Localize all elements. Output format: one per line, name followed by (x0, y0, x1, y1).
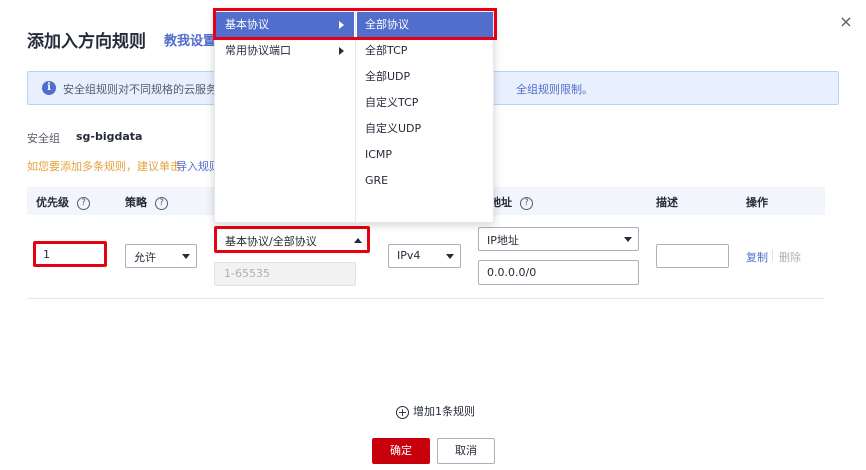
chevron-right-icon (339, 47, 344, 55)
menu-item-label: 常用协议端口 (225, 44, 291, 57)
ok-button[interactable]: 确定 (372, 438, 430, 464)
sub-item-custom-tcp[interactable]: 自定义TCP (357, 90, 493, 116)
policy-value: 允许 (134, 251, 156, 264)
address-type-value: IP地址 (487, 234, 519, 247)
security-group-label: 安全组 (27, 132, 60, 145)
chevron-right-icon (339, 21, 344, 29)
copy-rule-link[interactable]: 复制 (746, 249, 768, 265)
header-priority-label: 优先级 (36, 196, 69, 209)
header-priority: 优先级? (36, 194, 90, 210)
menu-item-label: 基本协议 (225, 18, 269, 31)
menu-item-common-ports[interactable]: 常用协议端口 (215, 38, 354, 64)
chevron-down-icon (446, 254, 454, 259)
info-icon: i (42, 81, 56, 95)
menu-item-basic-protocol[interactable]: 基本协议 (215, 12, 354, 38)
address-input[interactable]: 0.0.0.0/0 (478, 260, 639, 285)
sub-item-all-protocols[interactable]: 全部协议 (357, 12, 493, 38)
chevron-down-icon (624, 237, 632, 242)
priority-value: 1 (43, 248, 50, 261)
sub-item-icmp[interactable]: ICMP (357, 142, 493, 168)
port-input[interactable]: 1-65535 (214, 262, 356, 286)
priority-input[interactable]: 1 (33, 241, 107, 267)
row-divider (27, 298, 825, 299)
security-group-value: sg-bigdata (76, 130, 143, 143)
header-policy: 策略? (125, 194, 168, 210)
header-policy-label: 策略 (125, 196, 147, 209)
plus-circle-icon: + (396, 405, 409, 419)
cancel-button[interactable]: 取消 (437, 438, 495, 464)
header-actions: 操作 (746, 196, 768, 209)
sub-item-all-tcp[interactable]: 全部TCP (357, 38, 493, 64)
delete-rule-link[interactable]: 删除 (779, 249, 801, 265)
security-group-limit-link[interactable]: 全组规则限制。 (516, 81, 593, 97)
ip-version-value: IPv4 (397, 249, 421, 262)
help-icon[interactable]: ? (77, 196, 90, 210)
protocol-category-list: 基本协议 常用协议端口 (215, 10, 356, 222)
header-address: 地址? (490, 194, 533, 210)
address-type-select[interactable]: IP地址 (478, 227, 639, 251)
help-icon[interactable]: ? (520, 196, 533, 210)
bulk-add-hint: 如您要添加多条规则，建议单击 (27, 160, 181, 173)
tutorial-link[interactable]: 教我设置 (164, 30, 216, 49)
action-divider (772, 250, 773, 261)
protocol-select[interactable]: 基本协议/全部协议 (214, 226, 370, 253)
add-inbound-rule-dialog: 添加入方向规则 教我设置 × i 安全组规则对不同规格的云服务器 全组规则限制。… (0, 0, 866, 470)
address-value: 0.0.0.0/0 (487, 266, 537, 279)
header-description: 描述 (656, 196, 678, 209)
sub-item-custom-udp[interactable]: 自定义UDP (357, 116, 493, 142)
add-rule-label: 增加1条规则 (413, 405, 475, 418)
protocol-value: 基本协议/全部协议 (225, 235, 317, 248)
dialog-title: 添加入方向规则 (27, 32, 146, 52)
close-icon[interactable]: × (838, 14, 854, 30)
sub-item-all-udp[interactable]: 全部UDP (357, 64, 493, 90)
add-rule-button[interactable]: + 增加1条规则 (396, 403, 475, 419)
sub-item-gre[interactable]: GRE (357, 168, 493, 194)
protocol-cascader-menu: 基本协议 常用协议端口 全部协议 全部TCP 全部UDP 自定义TCP 自定义U… (214, 9, 494, 223)
chevron-down-icon (182, 254, 190, 259)
info-text: 安全组规则对不同规格的云服务器 (63, 83, 228, 96)
ip-version-select[interactable]: IPv4 (388, 244, 461, 268)
policy-select[interactable]: 允许 (125, 244, 197, 268)
chevron-up-icon (354, 238, 362, 243)
port-placeholder: 1-65535 (224, 267, 270, 280)
description-input[interactable] (656, 244, 729, 268)
help-icon[interactable]: ? (155, 196, 168, 210)
